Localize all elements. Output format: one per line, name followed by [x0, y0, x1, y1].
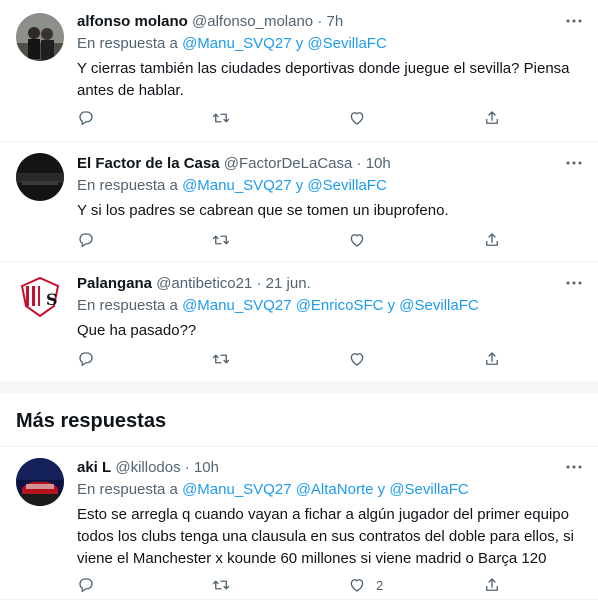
mention-link[interactable]: @Manu_SVQ27	[182, 297, 291, 314]
retweet-icon	[212, 354, 230, 364]
retweet-button[interactable]	[212, 349, 230, 369]
reply-prefix: En respuesta a	[77, 297, 178, 314]
retweet-icon	[212, 580, 230, 590]
mention-link[interactable]: @Manu_SVQ27	[182, 177, 291, 194]
tweet[interactable]: alfonso molano @alfonso_molano · 7h En r…	[0, 0, 598, 142]
more-icon[interactable]	[564, 457, 584, 477]
share-icon	[486, 111, 498, 124]
section-divider	[0, 381, 598, 393]
retweet-button[interactable]	[212, 108, 230, 128]
like-icon	[350, 112, 364, 125]
mention-link[interactable]: @SevillaFC	[399, 297, 478, 314]
mention-link[interactable]: @SevillaFC	[389, 481, 468, 498]
avatar[interactable]: S	[16, 272, 64, 320]
author-name[interactable]: El Factor de la Casa	[77, 155, 220, 172]
like-icon	[350, 579, 364, 592]
like-icon	[350, 353, 364, 366]
reply-icon	[79, 233, 93, 248]
tweet-text: Y si los padres se cabrean que se tomen …	[77, 202, 449, 219]
share-button[interactable]	[483, 108, 501, 128]
tweet-actions	[77, 349, 507, 369]
tweet[interactable]: S Palangana @antibetico21 · 21 jun. En r…	[0, 262, 598, 381]
reply-button[interactable]	[77, 230, 95, 250]
reply-button[interactable]	[77, 575, 95, 595]
reply-icon	[79, 578, 93, 593]
share-button[interactable]	[483, 230, 501, 250]
author-handle[interactable]: @antibetico21	[156, 275, 252, 292]
reply-button[interactable]	[77, 108, 95, 128]
reply-icon	[79, 352, 93, 367]
share-button[interactable]	[483, 349, 501, 369]
author-name[interactable]: Palangana	[77, 275, 152, 292]
share-icon	[486, 578, 498, 591]
author-handle[interactable]: @killodos	[115, 459, 180, 476]
share-icon	[486, 233, 498, 246]
like-button[interactable]: 2	[348, 575, 383, 595]
section-title: Más respuestas	[16, 410, 167, 432]
like-count: 2	[376, 577, 384, 593]
like-button[interactable]	[348, 230, 366, 250]
mention-link[interactable]: @AltaNorte	[296, 481, 374, 498]
avatar[interactable]	[16, 13, 64, 61]
reply-context: En respuesta a @Manu_SVQ27 y @SevillaFC	[77, 34, 582, 54]
tweet-time[interactable]: · 7h	[317, 13, 343, 30]
retweet-button[interactable]	[212, 230, 230, 250]
tweet-text: Y cierras también las ciudades deportiva…	[77, 60, 570, 99]
like-icon	[350, 234, 364, 247]
more-icon[interactable]	[564, 153, 584, 173]
reply-connector: y	[387, 297, 396, 314]
like-button[interactable]	[348, 349, 366, 369]
tweet-time[interactable]: · 10h	[357, 155, 391, 172]
reply-context: En respuesta a @Manu_SVQ27 @EnricoSFC y …	[77, 296, 582, 316]
retweet-icon	[212, 235, 230, 245]
mention-link[interactable]: @SevillaFC	[307, 177, 386, 194]
tweet-text: Que ha pasado??	[77, 322, 197, 339]
retweet-button[interactable]	[212, 575, 230, 595]
reply-prefix: En respuesta a	[77, 177, 178, 194]
mention-link[interactable]: @EnricoSFC	[296, 297, 384, 314]
reply-connector: y	[295, 35, 304, 52]
author-handle[interactable]: @alfonso_molano	[192, 13, 313, 30]
tweet[interactable]: El Factor de la Casa @FactorDeLaCasa · 1…	[0, 142, 598, 262]
tweet[interactable]: aki L @killodos · 10h En respuesta a @Ma…	[0, 446, 598, 600]
mention-link[interactable]: @SevillaFC	[307, 35, 386, 52]
more-icon[interactable]	[564, 11, 584, 31]
tweet-time[interactable]: · 10h	[185, 459, 219, 476]
reply-connector: y	[295, 177, 304, 194]
share-button[interactable]	[483, 575, 501, 595]
tweet-actions	[77, 108, 507, 128]
reply-icon	[79, 111, 93, 126]
mention-link[interactable]: @Manu_SVQ27	[182, 481, 291, 498]
reply-context: En respuesta a @Manu_SVQ27 @AltaNorte y …	[77, 480, 582, 500]
retweet-icon	[212, 113, 230, 123]
reply-connector: y	[377, 481, 386, 498]
reply-prefix: En respuesta a	[77, 481, 178, 498]
tweet-text: Esto se arregla q cuando vayan a fichar …	[77, 506, 574, 567]
svg-text:S: S	[46, 290, 58, 309]
tweet-actions: 2	[77, 575, 507, 595]
avatar[interactable]	[16, 458, 64, 506]
author-handle[interactable]: @FactorDeLaCasa	[224, 155, 353, 172]
mention-link[interactable]: @Manu_SVQ27	[182, 35, 291, 52]
like-button[interactable]	[348, 108, 366, 128]
share-icon	[486, 352, 498, 365]
reply-context: En respuesta a @Manu_SVQ27 y @SevillaFC	[77, 176, 582, 196]
author-name[interactable]: alfonso molano	[77, 13, 188, 30]
reply-button[interactable]	[77, 349, 95, 369]
more-icon[interactable]	[564, 273, 584, 293]
reply-prefix: En respuesta a	[77, 35, 178, 52]
tweet-time[interactable]: · 21 jun.	[257, 275, 311, 292]
avatar[interactable]	[16, 153, 64, 201]
tweet-actions	[77, 230, 507, 250]
author-name[interactable]: aki L	[77, 459, 111, 476]
